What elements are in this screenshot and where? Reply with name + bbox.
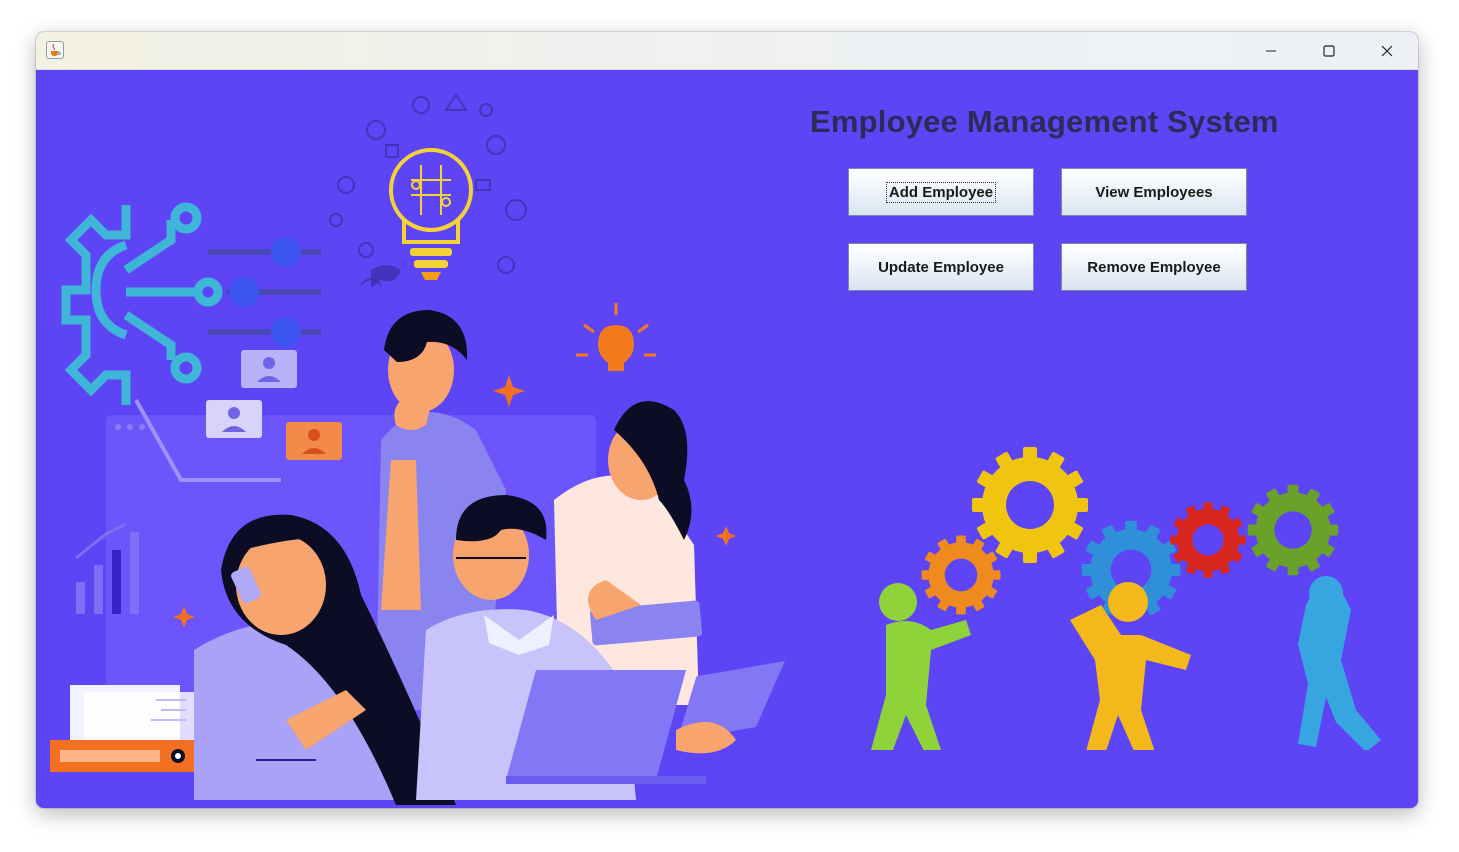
app-window: Employee Management System Add Employee … xyxy=(36,32,1418,808)
maximize-button[interactable] xyxy=(1300,32,1358,69)
title-bar[interactable] xyxy=(36,32,1418,70)
slider-lines xyxy=(208,249,321,335)
view-employees-button[interactable]: View Employees xyxy=(1061,168,1247,216)
minimize-icon xyxy=(1266,50,1276,51)
minimize-button[interactable] xyxy=(1242,32,1300,69)
team-brainstorm-illustration xyxy=(50,93,785,805)
green-gear-icon xyxy=(1247,484,1339,576)
red-gear-icon xyxy=(1170,502,1246,578)
documents-stack xyxy=(50,685,194,772)
idea-bulb-icon xyxy=(576,303,656,371)
java-cup-icon xyxy=(46,41,64,59)
page-title: Employee Management System xyxy=(810,104,1279,139)
green-figure xyxy=(871,583,971,750)
maximize-icon xyxy=(1323,44,1335,57)
doodle-cloud xyxy=(329,93,527,286)
lightbulb-icon xyxy=(389,148,473,280)
yellow-figure xyxy=(1070,582,1191,750)
orange-gear-icon xyxy=(921,535,1001,615)
close-icon xyxy=(1381,45,1393,56)
teamwork-gears-illustration xyxy=(871,447,1381,750)
update-employee-button[interactable]: Update Employee xyxy=(848,243,1034,291)
add-employee-button[interactable]: Add Employee xyxy=(848,168,1034,216)
close-button[interactable] xyxy=(1358,32,1416,69)
main-panel: Employee Management System Add Employee … xyxy=(36,70,1418,808)
blue-figure xyxy=(1298,576,1381,750)
remove-employee-button[interactable]: Remove Employee xyxy=(1061,243,1247,291)
circuit-gear-icon xyxy=(61,202,223,405)
yellow-gear-icon xyxy=(972,447,1088,563)
